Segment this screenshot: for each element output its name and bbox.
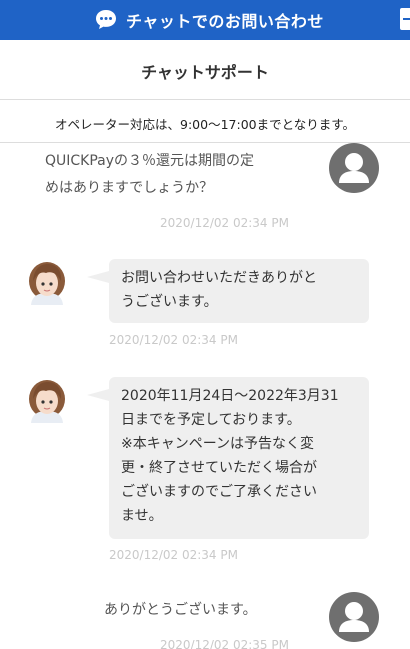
page-title: チャットサポート (141, 63, 269, 82)
user-icon (339, 602, 369, 632)
user-message: ありがとうございます。 (104, 597, 314, 624)
user-icon (339, 153, 369, 183)
message-timestamp: 2020/12/02 02:34 PM (109, 548, 238, 562)
message-timestamp: 2020/12/02 02:34 PM (109, 333, 238, 347)
message-line: ありがとうございます。 (104, 602, 257, 618)
chat-header: チャットサポート (0, 40, 410, 100)
chat-top-bar[interactable]: チャットでのお問い合わせ (0, 0, 410, 40)
speech-bubble-icon (96, 10, 116, 29)
user-avatar (329, 143, 379, 193)
chat-page: チャットでのお問い合わせ チャットサポート オペレーター対応は、9:00〜17:… (0, 0, 410, 649)
message-line: 2020年11月24日〜2022年3月31 (121, 388, 339, 404)
message-line: ございますのでご了承ください (121, 484, 317, 500)
message-line: めはありますでしょうか？ (45, 180, 214, 196)
message-line: ※本キャンペーンは予告なく変 (121, 436, 315, 452)
message-line: ませ。 (121, 508, 163, 524)
chat-top-title: チャットでのお問い合わせ (126, 12, 324, 31)
message-timestamp: 2020/12/02 02:34 PM (160, 216, 289, 230)
operator-hours-notice: オペレーター対応は、9:00〜17:00までとなります。 (0, 100, 410, 143)
operator-message: お問い合わせいただきありがと うございます。 (87, 259, 369, 323)
operator-message: 2020年11月24日〜2022年3月31 日までを予定しております。 ※本キャ… (87, 377, 369, 539)
user-message: QUICKPayの３％還元は期間の定 めはありますでしょうか？ (45, 148, 315, 202)
message-line: 日までを予定しております。 (121, 412, 301, 428)
operator-avatar (29, 262, 65, 305)
message-line: うございます。 (121, 294, 218, 310)
operator-avatar (29, 380, 65, 423)
message-line: 更・終了させていただく場合が (121, 460, 317, 476)
message-timestamp: 2020/12/02 02:35 PM (160, 638, 289, 649)
notice-text: オペレーター対応は、9:00〜17:00までとなります。 (55, 117, 355, 132)
message-line: お問い合わせいただきありがと (121, 270, 317, 286)
message-line: QUICKPayの３％還元は期間の定 (45, 153, 255, 169)
user-avatar (329, 592, 379, 642)
minimize-icon[interactable] (400, 8, 410, 30)
